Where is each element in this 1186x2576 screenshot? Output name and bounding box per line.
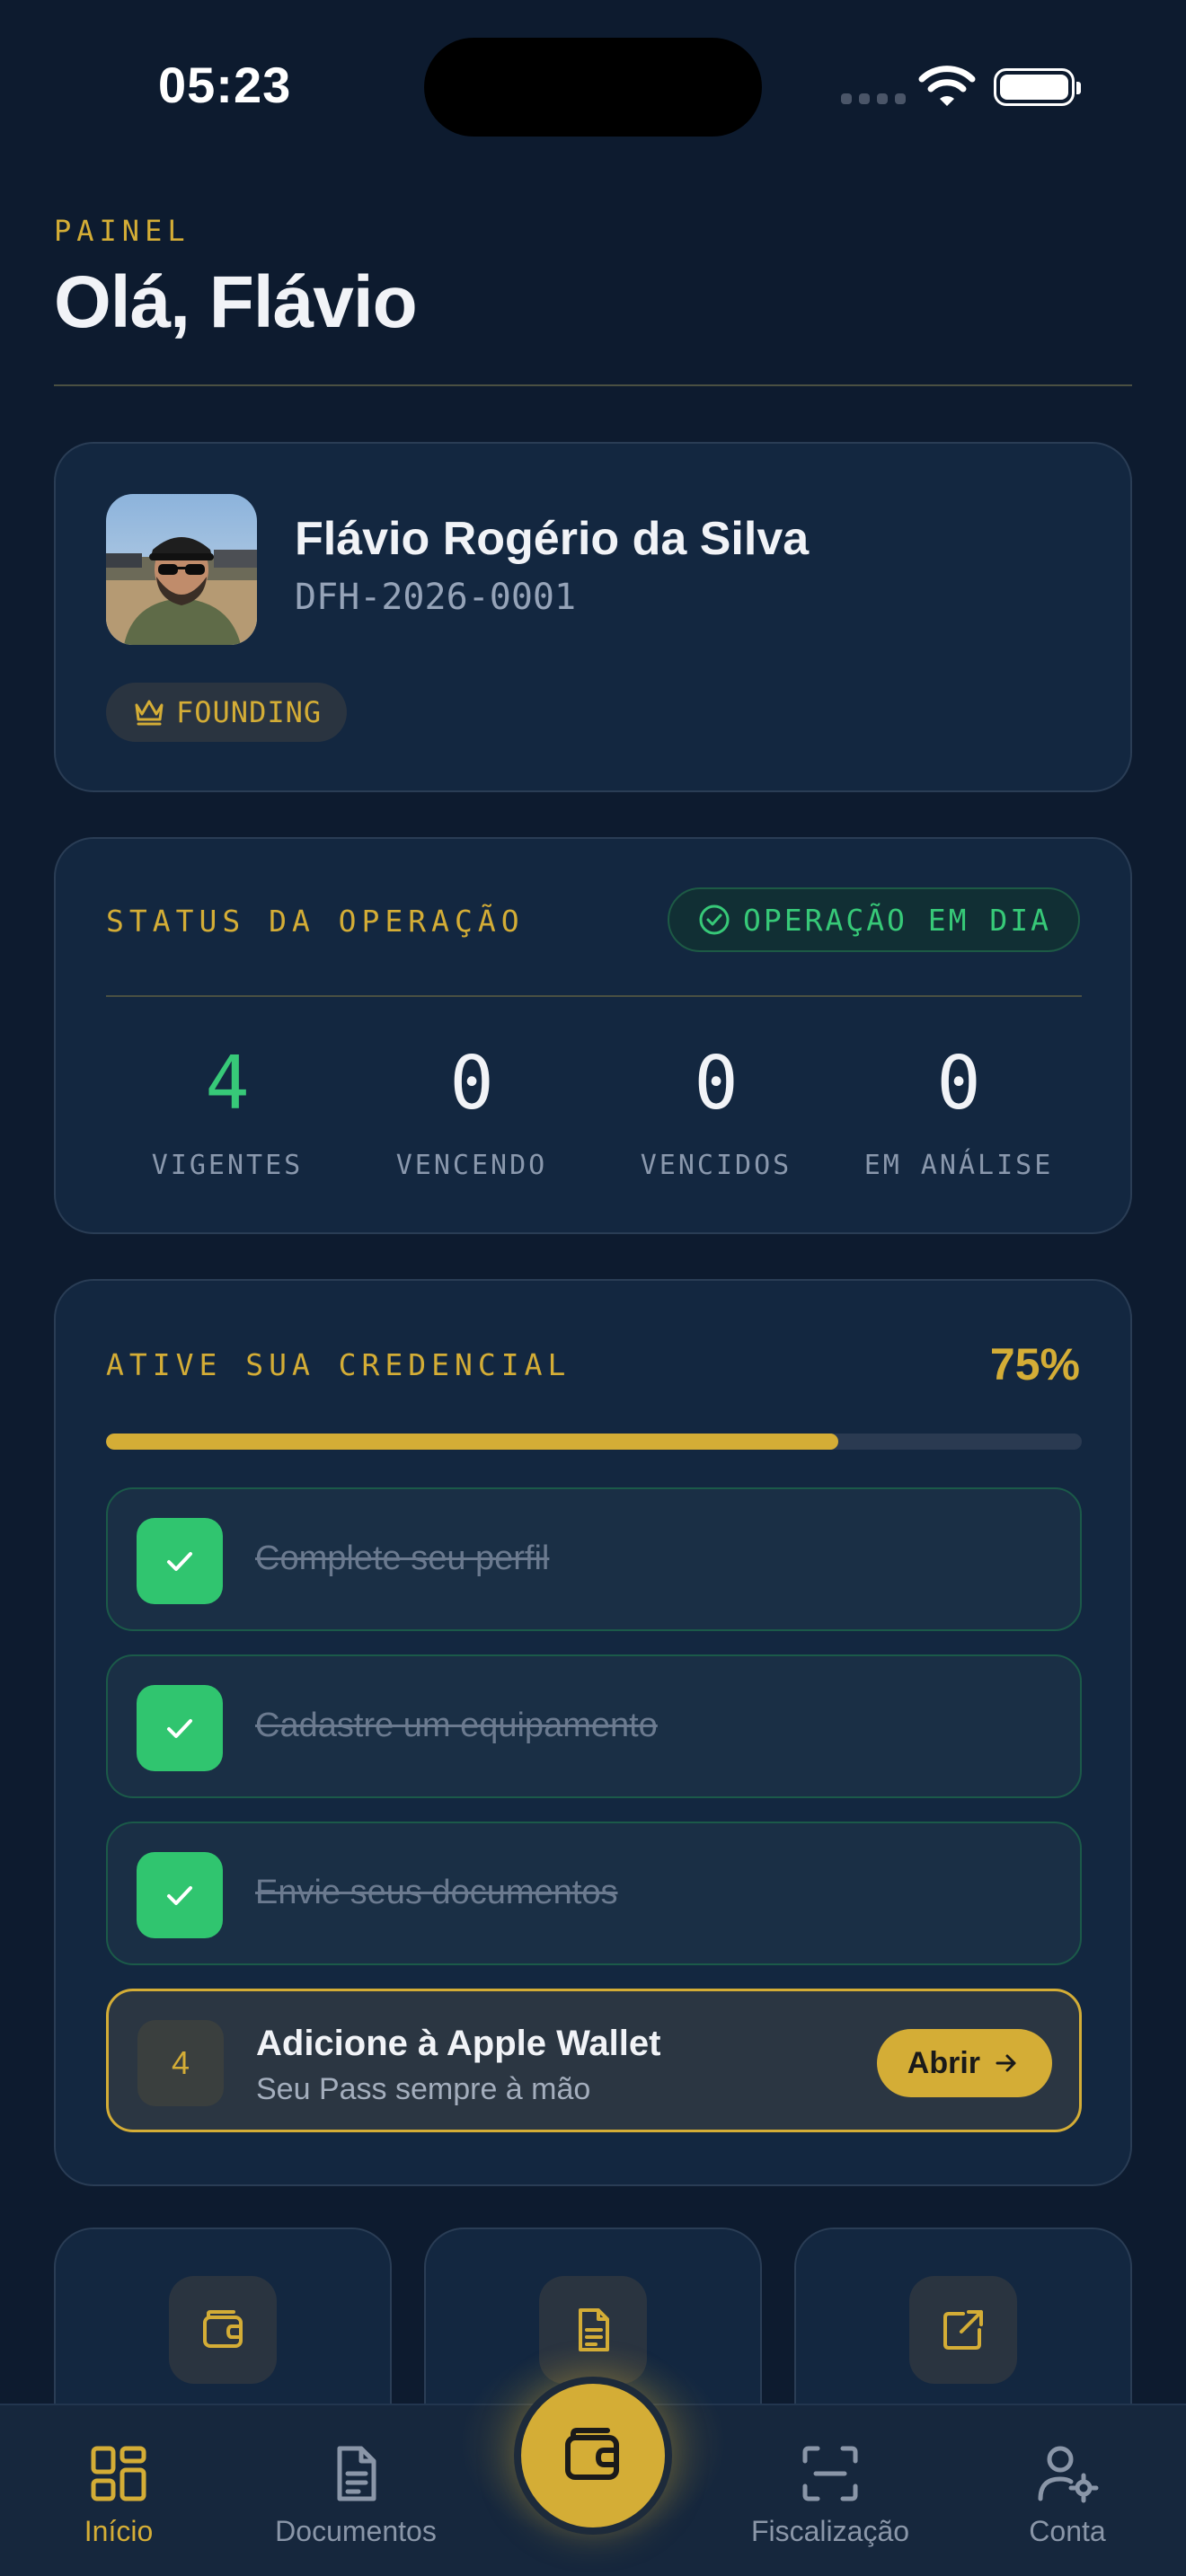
operation-status-title: STATUS DA OPERAÇÃO xyxy=(106,904,525,939)
founding-badge: FOUNDING xyxy=(106,683,348,742)
page-title: Olá, Flávio xyxy=(54,261,418,343)
profile-name: Flávio Rogério da Silva xyxy=(295,513,810,565)
check-circle-icon xyxy=(699,904,730,935)
tab-documentos[interactable]: Documentos xyxy=(248,2438,464,2548)
credential-progress-percent: 75% xyxy=(989,1339,1080,1389)
stat-em-analise[interactable]: 0 EM ANÁLISE xyxy=(846,1041,1071,1182)
user-settings-icon xyxy=(960,2438,1175,2510)
step-number: 4 xyxy=(137,2020,224,2106)
open-button-label: Abrir xyxy=(907,2045,980,2080)
stat-value: 0 xyxy=(694,1041,739,1126)
page-eyebrow: PAINEL xyxy=(54,214,190,248)
step-add-apple-wallet[interactable]: 4 Adicione à Apple Wallet Seu Pass sempr… xyxy=(106,1989,1082,2132)
operation-status-badge: OPERAÇÃO EM DIA xyxy=(667,887,1080,952)
activate-credential-card: ATIVE SUA CREDENCIAL 75% Complete seu pe… xyxy=(54,1279,1132,2186)
stat-value: 4 xyxy=(205,1041,250,1126)
operation-status-badge-label: OPERAÇÃO EM DIA xyxy=(742,902,1051,938)
wifi-icon xyxy=(918,66,976,106)
battery-icon xyxy=(994,68,1081,106)
profile-card[interactable]: Flávio Rogério da Silva DFH-2026-0001 FO… xyxy=(54,442,1132,792)
status-bar: 05:23 xyxy=(0,0,1186,180)
wallet-center-button[interactable] xyxy=(514,2377,672,2535)
step-title: Adicione à Apple Wallet xyxy=(256,2024,661,2063)
avatar xyxy=(106,494,257,645)
dynamic-island xyxy=(424,38,762,137)
stat-label: EM ANÁLISE xyxy=(863,1150,1054,1181)
stat-label: VIGENTES xyxy=(151,1150,304,1181)
stat-value: 0 xyxy=(449,1041,494,1126)
stat-vencendo[interactable]: 0 VENCENDO xyxy=(359,1041,584,1182)
checkmark-icon xyxy=(137,1518,223,1604)
grid-icon xyxy=(11,2438,226,2510)
tab-inicio[interactable]: Início xyxy=(11,2438,226,2548)
wallet-icon xyxy=(169,2276,277,2384)
profile-id: DFH-2026-0001 xyxy=(295,577,577,618)
wallet-icon xyxy=(565,2428,619,2480)
checkmark-icon xyxy=(137,1685,223,1771)
stat-vencidos[interactable]: 0 VENCIDOS xyxy=(604,1041,828,1182)
stat-label: VENCIDOS xyxy=(640,1150,792,1181)
document-icon xyxy=(248,2438,464,2510)
step-subtitle: Seu Pass sempre à mão xyxy=(256,2072,591,2106)
tab-label: Documentos xyxy=(275,2515,437,2547)
arrow-right-icon xyxy=(996,2054,1016,2072)
credential-progress-fill xyxy=(106,1434,838,1450)
step-label: Cadastre um equipamento xyxy=(255,1707,658,1744)
clock: 05:23 xyxy=(158,57,292,113)
status-divider xyxy=(106,995,1082,997)
step-label: Envie seus documentos xyxy=(255,1874,618,1911)
step-label: Complete seu perfil xyxy=(255,1539,550,1577)
step-complete-profile[interactable]: Complete seu perfil xyxy=(106,1487,1082,1631)
checkmark-icon xyxy=(137,1852,223,1938)
step-send-documents[interactable]: Envie seus documentos xyxy=(106,1822,1082,1965)
stat-vigentes[interactable]: 4 VIGENTES xyxy=(115,1041,340,1182)
scan-icon xyxy=(722,2438,938,2510)
stat-label: VENCENDO xyxy=(395,1150,548,1181)
tab-fiscalizacao[interactable]: Fiscalização xyxy=(722,2438,938,2548)
step-register-equipment[interactable]: Cadastre um equipamento xyxy=(106,1654,1082,1798)
tab-conta[interactable]: Conta xyxy=(960,2438,1175,2548)
cellular-signal-icon xyxy=(841,93,906,104)
tab-label: Fiscalização xyxy=(750,2515,910,2547)
header-divider xyxy=(54,384,1132,386)
external-link-icon xyxy=(909,2276,1017,2384)
credential-title: ATIVE SUA CREDENCIAL xyxy=(106,1347,571,1382)
stat-value: 0 xyxy=(936,1041,981,1126)
founding-badge-label: FOUNDING xyxy=(176,695,323,729)
operation-status-card: STATUS DA OPERAÇÃO OPERAÇÃO EM DIA 4 VIG… xyxy=(54,837,1132,1234)
crown-icon xyxy=(135,700,164,726)
tab-label: Início xyxy=(84,2515,154,2547)
open-button[interactable]: Abrir xyxy=(876,2029,1052,2097)
tab-label: Conta xyxy=(1029,2515,1106,2547)
credential-progress-bar xyxy=(106,1434,1082,1450)
